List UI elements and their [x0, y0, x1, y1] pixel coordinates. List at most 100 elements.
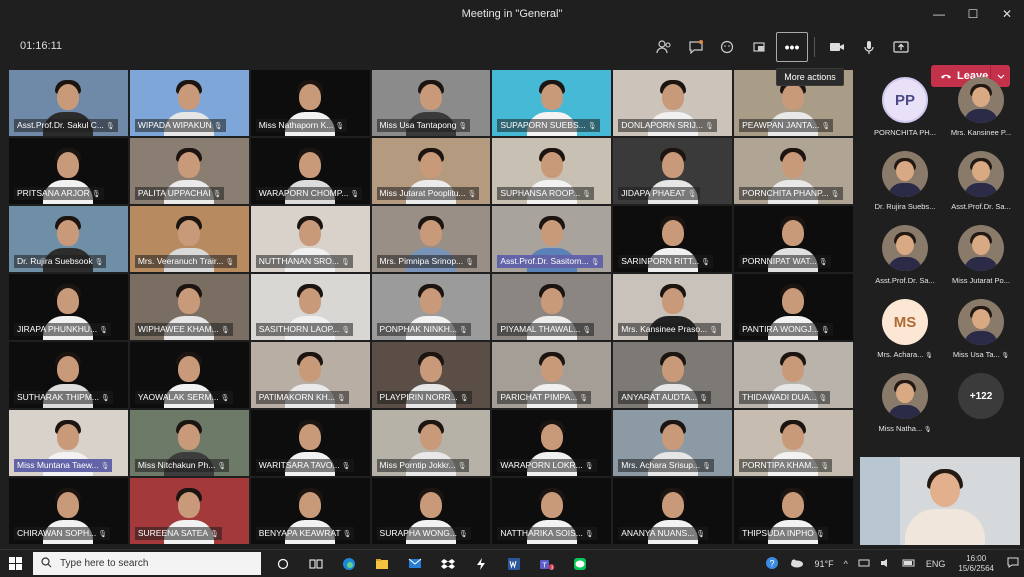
participant-tile[interactable]: SUPAPORN SUEBS... 🎙	[491, 69, 613, 137]
overflow-participant[interactable]: Mrs. Kansinee P...	[946, 77, 1016, 139]
more-actions-button[interactable]: •••	[776, 32, 808, 62]
participant-name-text: JIRAPA PHUNKHU...	[17, 324, 98, 334]
participant-tile[interactable]: PATIMAKORN KH... 🎙	[249, 341, 371, 409]
network-icon[interactable]	[858, 558, 870, 570]
participant-tile[interactable]: Mrs. Achara Srisup... 🎙	[612, 409, 734, 477]
participant-tile[interactable]: PALITA UPPACHAI 🎙	[128, 137, 250, 205]
overflow-participant[interactable]: Asst.Prof.Dr. Sa...	[946, 151, 1016, 213]
battery-icon[interactable]	[902, 559, 916, 569]
participant-tile[interactable]: Miss Porntip Jokkr... 🎙	[370, 409, 492, 477]
participant-name-text: Miss Jutarat Pooplitu...	[379, 188, 466, 198]
speaker-icon[interactable]	[880, 558, 892, 570]
weather-temperature[interactable]: 91°F	[815, 559, 834, 569]
mic-muted-icon: 🎙	[213, 123, 223, 130]
camera-icon[interactable]	[821, 32, 853, 62]
share-tray-icon[interactable]	[744, 32, 776, 62]
participant-tile[interactable]: WIPHAWEE KHAM... 🎙	[128, 273, 250, 341]
participant-tile[interactable]: DONLAPORN SRIJ... 🎙	[612, 69, 734, 137]
participant-name: Miss Porntip Jokkr... 🎙	[376, 459, 470, 472]
teams-icon[interactable]: T3	[530, 550, 563, 577]
participant-tile[interactable]: THIPSUDA INPHO 🎙	[733, 477, 854, 545]
overflow-participant[interactable]: PP PORNCHITA PH...	[870, 77, 940, 139]
maximize-button[interactable]: ☐	[956, 0, 990, 28]
participant-tile[interactable]: SUREENA SATEA 🎙	[128, 477, 250, 545]
participant-tile[interactable]: YAOWALAK SERM... 🎙	[128, 341, 250, 409]
participant-tile[interactable]: Miss Jutarat Pooplitu... 🎙	[370, 137, 492, 205]
close-button[interactable]: ✕	[990, 0, 1024, 28]
file-explorer-icon[interactable]	[365, 550, 398, 577]
taskbar-clock[interactable]: 16:00 15/6/2564	[958, 554, 994, 574]
participant-tile[interactable]: SURAPHA WONG... 🎙	[370, 477, 492, 545]
participant-tile[interactable]: PIYAMAL THAWAL... 🎙	[491, 273, 613, 341]
participant-tile[interactable]: NUTTHANAN SRO... 🎙	[249, 205, 371, 273]
share-icon[interactable]	[885, 32, 917, 62]
overflow-participant[interactable]: Miss Natha... 🎙	[870, 373, 940, 435]
participant-name-text: PLAYPIRIN NORR...	[379, 392, 458, 402]
participant-tile[interactable]: PORNNIPAT WAT... 🎙	[733, 205, 854, 273]
participant-tile[interactable]: Miss Nathaporn K... 🎙	[249, 69, 371, 137]
participant-tile[interactable]: Miss Usa Tantapong 🎙	[370, 69, 492, 137]
participant-tile[interactable]: Mrs. Kansinee Praso... 🎙	[612, 273, 734, 341]
person-face	[57, 492, 80, 518]
task-switch-icon[interactable]	[299, 550, 332, 577]
overflow-participant[interactable]: Dr. Rujira Suebs...	[870, 151, 940, 213]
participant-tile[interactable]: SARINPORN RITT... 🎙	[612, 205, 734, 273]
participant-tile[interactable]: ANANYA NUANS... 🎙	[612, 477, 734, 545]
participant-tile[interactable]: WARAPORN LOKR... 🎙	[491, 409, 613, 477]
participant-tile[interactable]: PORNCHITA PHANP... 🎙	[733, 137, 854, 205]
task-view-icon[interactable]	[266, 550, 299, 577]
edge-browser-icon[interactable]	[332, 550, 365, 577]
mail-icon[interactable]	[398, 550, 431, 577]
participant-tile[interactable]: JIDAPA PHAEAT 🎙	[612, 137, 734, 205]
taskbar-search-box[interactable]: Type here to search	[33, 552, 261, 575]
participant-tile[interactable]: WARITSARA TAVO... 🎙	[249, 409, 371, 477]
help-icon[interactable]: ?	[765, 556, 779, 572]
participant-tile[interactable]: NATTHARIKA SOIS... 🎙	[491, 477, 613, 545]
participant-tile[interactable]: Mrs. Pimnipa Srinop... 🎙	[370, 205, 492, 273]
mic-muted-icon: 🎙	[587, 123, 597, 130]
chevron-up-icon[interactable]: ^	[844, 559, 848, 569]
participant-tile[interactable]: PORNTIPA KHAM... 🎙	[733, 409, 854, 477]
participant-tile[interactable]: SUPHANSA ROOP... 🎙	[491, 137, 613, 205]
weather-icon[interactable]	[789, 558, 805, 570]
participant-tile[interactable]: CHIRAWAN SOPH... 🎙	[8, 477, 129, 545]
reactions-icon[interactable]	[712, 32, 744, 62]
participant-tile[interactable]: SUTHARAK THIPM... 🎙	[8, 341, 129, 409]
participant-tile[interactable]: Dr. Rujira Suebsook 🎙	[8, 205, 129, 273]
dropbox-icon[interactable]	[431, 550, 464, 577]
self-view-video[interactable]	[860, 457, 1020, 545]
lang-indicator[interactable]: ENG	[926, 559, 946, 569]
participant-tile[interactable]: BENYAPA KEAWRAT 🎙	[249, 477, 371, 545]
notification-icon[interactable]	[1007, 557, 1019, 570]
participant-tile[interactable]: Miss Muntana Taew... 🎙	[8, 409, 129, 477]
participant-tile[interactable]: PLAYPIRIN NORR... 🎙	[370, 341, 492, 409]
participant-tile[interactable]: PARICHAT PIMPA... 🎙	[491, 341, 613, 409]
participant-tile[interactable]: Miss Nitchakun Ph... 🎙	[128, 409, 250, 477]
overflow-participant[interactable]: MS Mrs. Achara... 🎙	[870, 299, 940, 361]
participant-tile[interactable]: ANYARAT AUDTA... 🎙	[612, 341, 734, 409]
avatar: PP	[882, 77, 928, 123]
overflow-participant[interactable]: Miss Usa Ta... 🎙	[946, 299, 1016, 361]
mic-icon[interactable]	[853, 32, 885, 62]
participant-tile[interactable]: PRITSANA ARJOR 🎙	[8, 137, 129, 205]
participant-tile[interactable]: PANTIRA WONGJ... 🎙	[733, 273, 854, 341]
line-app-icon[interactable]	[563, 550, 596, 577]
overflow-participant[interactable]: Asst.Prof.Dr. Sa...	[870, 225, 940, 287]
minimize-button[interactable]: —	[922, 0, 956, 28]
participant-tile[interactable]: WARAPORN CHOMP... 🎙	[249, 137, 371, 205]
word-icon[interactable]	[497, 550, 530, 577]
participant-tile[interactable]: WIPADA WIPAKUN 🎙	[128, 69, 250, 137]
participant-tile[interactable]: Mrs. Veeranuch Trair... 🎙	[128, 205, 250, 273]
participant-tile[interactable]: JIRAPA PHUNKHU... 🎙	[8, 273, 129, 341]
app-shortcut-icon[interactable]	[464, 550, 497, 577]
participant-tile[interactable]: SASITHORN LAOP... 🎙	[249, 273, 371, 341]
participant-tile[interactable]: PONPHAK NINKH... 🎙	[370, 273, 492, 341]
participants-icon[interactable]	[648, 32, 680, 62]
overflow-participant[interactable]: Miss Jutarat Po...	[946, 225, 1016, 287]
start-button[interactable]	[0, 550, 30, 577]
participant-tile[interactable]: Asst.Prof.Dr. Sasitorn... 🎙	[491, 205, 613, 273]
participant-tile[interactable]: Asst.Prof.Dr. Sakul C... 🎙	[8, 69, 129, 137]
more-participants-button[interactable]: +122	[946, 373, 1016, 435]
participant-tile[interactable]: THIDAWADI DUA... 🎙	[733, 341, 854, 409]
chat-icon[interactable]	[680, 32, 712, 62]
